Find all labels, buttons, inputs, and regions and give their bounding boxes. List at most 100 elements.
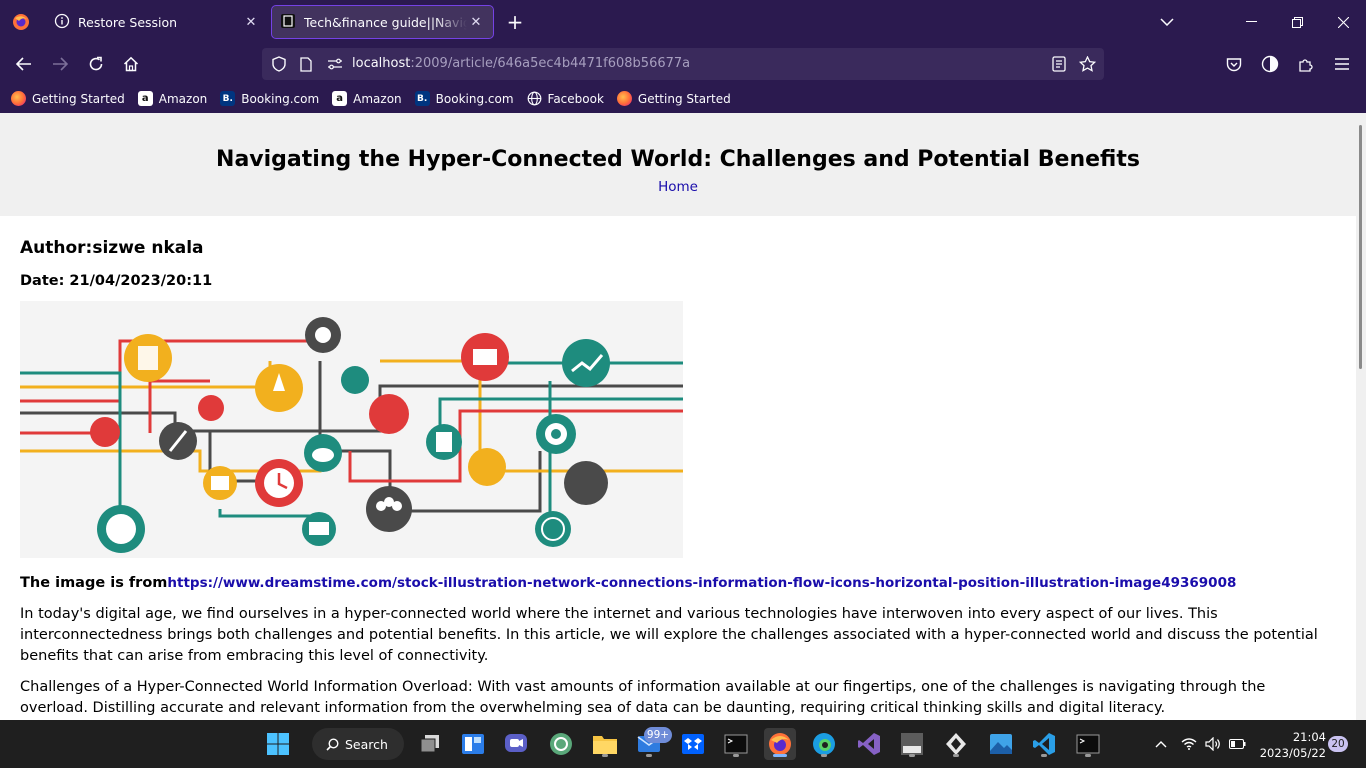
bookmark-amazon[interactable]: a Amazon [137, 91, 208, 106]
notification-badge[interactable]: 20 [1328, 736, 1348, 752]
article-paragraph: Challenges of a Hyper-Connected World In… [20, 679, 1266, 716]
scrollbar-thumb[interactable] [1359, 125, 1362, 369]
bookmark-getting-started[interactable]: Getting Started [616, 91, 731, 106]
running-indicator [773, 754, 787, 757]
close-window-button[interactable] [1320, 0, 1366, 44]
chatgpt-app-icon[interactable] [545, 728, 577, 760]
bookmark-amazon[interactable]: a Amazon [332, 91, 402, 106]
tab-label: Restore Session [78, 14, 178, 30]
page-favicon-icon [280, 13, 296, 32]
booking-icon: B. [220, 91, 236, 106]
inkscape-icon[interactable] [940, 728, 972, 760]
clock-time: 21:04 [1292, 730, 1326, 744]
running-indicator [1041, 754, 1047, 757]
home-link[interactable]: Home [0, 179, 1356, 195]
permissions-icon[interactable] [326, 55, 344, 73]
minimize-window-button[interactable] [1228, 0, 1274, 44]
reader-view-icon[interactable] [1050, 55, 1068, 73]
bookmark-getting-started[interactable]: Getting Started [11, 91, 125, 106]
bookmark-star-icon[interactable] [1078, 55, 1096, 73]
task-view-icon[interactable] [414, 728, 446, 760]
terminal-icon[interactable] [720, 728, 752, 760]
page-scrollbar[interactable] [1356, 113, 1366, 720]
bookmark-label: Amazon [158, 91, 208, 106]
close-tab-icon[interactable]: ✕ [242, 13, 260, 31]
firefox-icon [11, 91, 26, 106]
edge-icon[interactable] [808, 728, 840, 760]
url-text[interactable]: localhost:2009/article/646a5ec4b4471f608… [352, 56, 690, 71]
reload-icon[interactable] [82, 50, 110, 78]
article-date: Date: 21/04/2023/20:11 [20, 273, 213, 289]
image-source-link[interactable]: https://www.dreamstime.com/stock-illustr… [167, 575, 1236, 591]
running-indicator [909, 754, 915, 757]
clock-date: 2023/05/22 [1259, 746, 1326, 760]
running-indicator [821, 754, 827, 757]
new-tab-button[interactable]: + [503, 10, 527, 34]
account-icon[interactable] [1256, 50, 1284, 78]
visual-studio-icon[interactable] [853, 728, 885, 760]
search-icon [326, 737, 339, 751]
vscode-icon[interactable] [1028, 728, 1060, 760]
bookmarks-toolbar: Getting Started a Amazon B. Booking.com … [0, 84, 1366, 113]
article-image [20, 301, 683, 558]
navigation-toolbar: localhost:2009/article/646a5ec4b4471f608… [0, 44, 1366, 84]
url-path: :2009/article/646a5ec4b4471f608b56677a [410, 56, 691, 71]
search-label: Search [345, 736, 388, 752]
pocket-icon[interactable] [1220, 50, 1248, 78]
hamburger-menu-icon[interactable] [1328, 50, 1356, 78]
taskbar-search[interactable]: Search [312, 728, 404, 760]
bookmark-label: Facebook [547, 91, 604, 106]
url-host: localhost [352, 56, 411, 71]
article-author: Author:sizwe nkala [20, 238, 204, 258]
widgets-icon[interactable] [457, 728, 489, 760]
dropbox-icon[interactable] [677, 728, 709, 760]
battery-icon[interactable] [1226, 720, 1248, 768]
firefox-taskbar-icon[interactable] [764, 728, 796, 760]
page-info-icon[interactable] [297, 55, 315, 73]
mysql-workbench-icon[interactable] [896, 728, 928, 760]
page-header: Navigating the Hyper-Connected World: Ch… [0, 113, 1356, 216]
globe-icon [527, 91, 542, 106]
photos-icon[interactable] [985, 728, 1017, 760]
volume-icon[interactable] [1202, 720, 1224, 768]
tab-article[interactable]: Tech&finance guide||Navigating the Hyper… [271, 5, 494, 39]
bookmark-label: Getting Started [637, 91, 731, 106]
bookmark-booking[interactable]: B. Booking.com [220, 91, 319, 106]
teams-chat-icon[interactable] [500, 728, 532, 760]
running-indicator [953, 754, 959, 757]
tab-restore-session[interactable]: Restore Session ✕ [46, 6, 268, 38]
amazon-icon: a [332, 91, 348, 106]
tab-label: Tech&finance guide||Navigating the Hyper… [304, 14, 467, 30]
bookmark-facebook[interactable]: Facebook [527, 91, 604, 106]
list-all-tabs-icon[interactable] [1156, 11, 1178, 33]
windows-start-icon[interactable] [262, 728, 294, 760]
running-indicator [602, 754, 608, 757]
info-icon [54, 13, 70, 32]
tab-strip: Restore Session ✕ Tech&finance guide||Na… [0, 0, 1366, 44]
firefox-icon [616, 91, 632, 106]
web-page: Navigating the Hyper-Connected World: Ch… [0, 113, 1356, 720]
shield-icon[interactable] [270, 55, 288, 73]
terminal-icon[interactable] [1072, 728, 1104, 760]
forward-arrow-icon[interactable] [46, 50, 74, 78]
bookmark-label: Booking.com [241, 91, 320, 106]
wifi-icon[interactable] [1178, 720, 1200, 768]
show-hidden-icons-chevron-icon[interactable] [1150, 720, 1172, 768]
home-icon[interactable] [117, 50, 145, 78]
firefox-view-icon[interactable] [8, 8, 34, 36]
restore-window-button[interactable] [1274, 0, 1320, 44]
running-indicator [733, 754, 739, 757]
running-indicator [1085, 754, 1091, 757]
bookmark-label: Getting Started [32, 91, 125, 106]
image-source-label: The image is from [20, 575, 168, 591]
windows-taskbar: Search 21:04 2023/05/22 20 [0, 720, 1366, 768]
back-arrow-icon[interactable] [10, 50, 38, 78]
extensions-icon[interactable] [1292, 50, 1320, 78]
bookmark-label: Amazon [353, 91, 402, 106]
bookmark-booking[interactable]: B. Booking.com [414, 91, 514, 106]
bookmark-label: Booking.com [435, 91, 514, 106]
address-bar[interactable]: localhost:2009/article/646a5ec4b4471f608… [262, 48, 1104, 80]
close-tab-icon[interactable]: ✕ [467, 13, 485, 31]
system-clock[interactable]: 21:04 2023/05/22 [1256, 729, 1326, 761]
file-explorer-icon[interactable] [589, 728, 621, 760]
